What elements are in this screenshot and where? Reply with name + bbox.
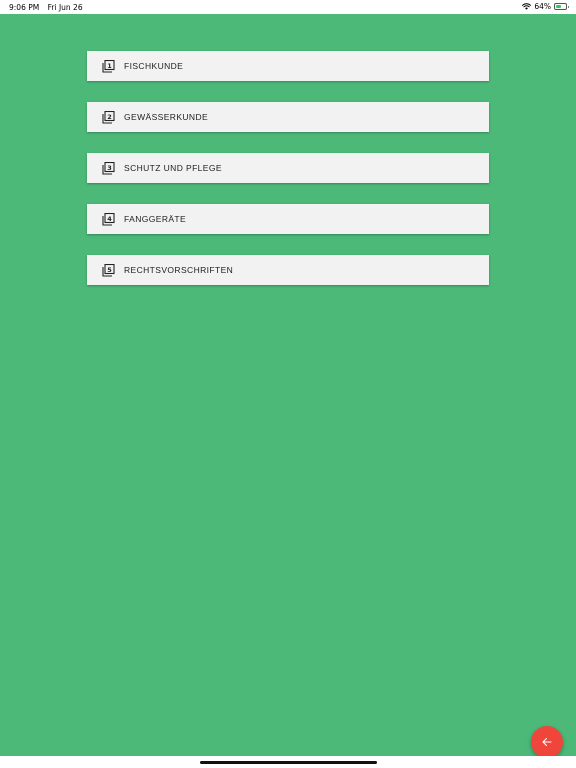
bottom-area [0,756,576,768]
card-icon-number: 4 [107,214,112,222]
menu-card-label: FANGGERÄTE [124,214,187,224]
status-right: 64% [522,2,569,11]
menu-card-gewässerkunde[interactable]: 2 GEWÄSSERKUNDE [87,102,489,132]
back-fab-button[interactable] [531,726,563,758]
menu-card-label: SCHUTZ UND PFLEGE [124,163,222,173]
library-book-3-icon: 3 [102,161,115,175]
home-indicator[interactable] [200,761,377,764]
battery-icon [554,3,569,10]
library-book-1-icon: 1 [102,59,115,73]
card-icon-number: 2 [107,112,112,120]
status-time: 9:06 PM [9,3,40,12]
menu-card-rechtsvorschriften[interactable]: 5 RECHTSVORSCHRIFTEN [87,255,489,285]
menu-card-schutz-und-pflege[interactable]: 3 SCHUTZ UND PFLEGE [87,153,489,183]
menu-card-label: GEWÄSSERKUNDE [124,112,209,122]
library-book-2-icon: 2 [102,110,115,124]
menu-list: 1 FISCHKUNDE 2 GEWÄSSERKUNDE 3 SCHUTZ UN… [87,51,489,306]
status-left: 9:06 PM Fri Jun 26 [9,3,89,12]
battery-tip [567,6,569,8]
menu-card-fischkunde[interactable]: 1 FISCHKUNDE [87,51,489,81]
battery-percent: 64% [534,2,551,11]
arrow-left-icon [542,737,552,747]
wifi-icon [522,3,532,10]
card-icon-number: 1 [107,61,112,69]
battery-fill [556,5,562,8]
library-book-4-icon: 4 [102,212,115,226]
card-icon-number: 3 [107,163,112,171]
menu-card-label: FISCHKUNDE [124,61,184,71]
library-book-5-icon: 5 [102,263,115,277]
main-screen: 1 FISCHKUNDE 2 GEWÄSSERKUNDE 3 SCHUTZ UN… [0,14,576,758]
status-date: Fri Jun 26 [47,3,83,12]
status-bar: 9:06 PM Fri Jun 26 64% [0,0,576,14]
card-icon-number: 5 [107,265,112,273]
menu-card-fanggeräte[interactable]: 4 FANGGERÄTE [87,204,489,234]
menu-card-label: RECHTSVORSCHRIFTEN [124,265,234,275]
